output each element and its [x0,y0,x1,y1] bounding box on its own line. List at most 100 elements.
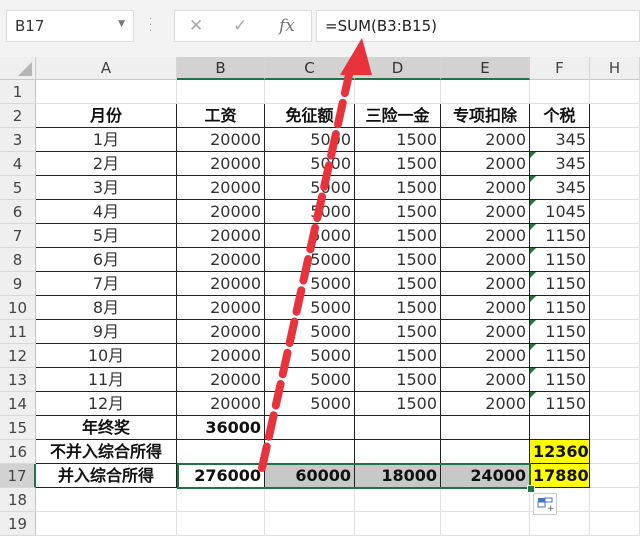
cell-C18[interactable] [265,488,355,512]
insurance-cell[interactable]: 1500 [355,224,441,248]
insurance-cell[interactable]: 1500 [355,128,441,152]
tax-cell[interactable]: 1150 [530,272,590,296]
deduction-cell[interactable]: 2000 [441,296,530,320]
name-box[interactable]: B17 ▼ [6,10,134,42]
deduction-cell[interactable]: 2000 [441,152,530,176]
cell-D18[interactable] [355,488,441,512]
combined-tax[interactable]: 17880 [530,464,590,488]
exemption-cell[interactable]: 5000 [265,344,355,368]
row-header-10[interactable]: 10 [0,296,36,320]
month-cell[interactable]: 10月 [36,344,177,368]
cell-F1[interactable] [530,80,590,104]
cell-H2[interactable] [590,104,640,128]
combined-insurance[interactable]: 18000 [355,464,441,488]
cell-H12[interactable] [590,344,640,368]
bonus-label[interactable]: 年终奖 [36,416,177,440]
exemption-cell[interactable]: 5000 [265,176,355,200]
combined-exemption[interactable]: 60000 [265,464,355,488]
empty-cell[interactable] [265,416,355,440]
cell-A19[interactable] [36,512,177,536]
row-header-3[interactable]: 3 [0,128,36,152]
exemption-cell[interactable]: 5000 [265,248,355,272]
combined-deduction[interactable]: 24000 [441,464,530,488]
cell-B1[interactable] [177,80,265,104]
row-header-8[interactable]: 8 [0,248,36,272]
insurance-cell[interactable]: 1500 [355,176,441,200]
deduction-cell[interactable]: 2000 [441,176,530,200]
cell-H13[interactable] [590,368,640,392]
cell-A18[interactable] [36,488,177,512]
header-exemption[interactable]: 免征额 [265,104,355,128]
cell-H6[interactable] [590,200,640,224]
deduction-cell[interactable]: 2000 [441,344,530,368]
column-header-F[interactable]: F [530,57,590,80]
salary-cell[interactable]: 20000 [177,248,265,272]
exemption-cell[interactable]: 5000 [265,272,355,296]
formula-input[interactable]: =SUM(B3:B15) [316,10,640,42]
cell-E1[interactable] [441,80,530,104]
cell-H11[interactable] [590,320,640,344]
cell-H3[interactable] [590,128,640,152]
month-cell[interactable]: 3月 [36,176,177,200]
tax-cell[interactable]: 1150 [530,224,590,248]
month-cell[interactable]: 6月 [36,248,177,272]
cell-H16[interactable] [590,440,640,464]
month-cell[interactable]: 1月 [36,128,177,152]
tax-cell[interactable]: 1150 [530,344,590,368]
header-salary[interactable]: 工资 [177,104,265,128]
deduction-cell[interactable]: 2000 [441,368,530,392]
column-header-E[interactable]: E [441,57,530,80]
exemption-cell[interactable]: 5000 [265,392,355,416]
cell-H5[interactable] [590,176,640,200]
exemption-cell[interactable]: 5000 [265,320,355,344]
month-cell[interactable]: 5月 [36,224,177,248]
insurance-cell[interactable]: 1500 [355,368,441,392]
tax-cell[interactable]: 1150 [530,296,590,320]
salary-cell[interactable]: 20000 [177,176,265,200]
header-special_deduction[interactable]: 专项扣除 [441,104,530,128]
empty-cell[interactable] [530,416,590,440]
empty-cell[interactable] [355,440,441,464]
row-header-6[interactable]: 6 [0,200,36,224]
empty-cell[interactable] [441,416,530,440]
month-cell[interactable]: 7月 [36,272,177,296]
cell-H10[interactable] [590,296,640,320]
row-header-13[interactable]: 13 [0,368,36,392]
insurance-cell[interactable]: 1500 [355,248,441,272]
insurance-cell[interactable]: 1500 [355,320,441,344]
cell-H17[interactable] [590,464,640,488]
row-header-17[interactable]: 17 [0,464,36,488]
cell-E18[interactable] [441,488,530,512]
chevron-down-icon[interactable]: ▼ [118,19,125,29]
cell-B19[interactable] [177,512,265,536]
column-header-C[interactable]: C [265,57,355,80]
cell-B18[interactable] [177,488,265,512]
salary-cell[interactable]: 20000 [177,272,265,296]
select-all-button[interactable] [0,57,36,80]
insurance-cell[interactable]: 1500 [355,344,441,368]
fill-handle[interactable] [527,485,535,493]
deduction-cell[interactable]: 2000 [441,224,530,248]
header-month[interactable]: 月份 [36,104,177,128]
cell-D19[interactable] [355,512,441,536]
insurance-cell[interactable]: 1500 [355,296,441,320]
combined-salary[interactable]: 276000 [177,464,265,488]
cell-H9[interactable] [590,272,640,296]
insurance-cell[interactable]: 1500 [355,152,441,176]
insurance-cell[interactable]: 1500 [355,272,441,296]
deduction-cell[interactable]: 2000 [441,128,530,152]
salary-cell[interactable]: 20000 [177,320,265,344]
deduction-cell[interactable]: 2000 [441,320,530,344]
row-header-5[interactable]: 5 [0,176,36,200]
empty-cell[interactable] [177,440,265,464]
month-cell[interactable]: 11月 [36,368,177,392]
row-header-2[interactable]: 2 [0,104,36,128]
deduction-cell[interactable]: 2000 [441,248,530,272]
column-header-D[interactable]: D [355,57,441,80]
row-header-12[interactable]: 12 [0,344,36,368]
insurance-cell[interactable]: 1500 [355,392,441,416]
tax-cell[interactable]: 345 [530,128,590,152]
tax-cell[interactable]: 1150 [530,248,590,272]
exemption-cell[interactable]: 5000 [265,200,355,224]
empty-cell[interactable] [265,440,355,464]
